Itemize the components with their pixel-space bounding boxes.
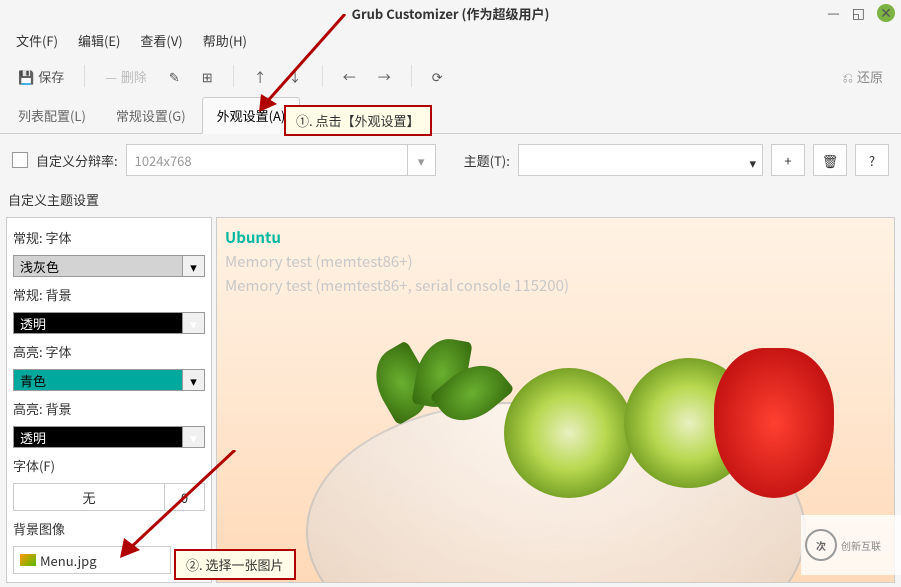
forward-button[interactable]: → xyxy=(370,61,399,92)
title-bar: Grub Customizer (作为超级用户) — ◱ ✕ xyxy=(0,0,901,26)
chevron-down-icon: ▾ xyxy=(182,427,204,447)
window-controls: — ◱ ✕ xyxy=(827,3,895,23)
refresh-icon: ⟳ xyxy=(432,67,443,86)
chevron-down-icon: ▾ xyxy=(182,313,204,333)
resolution-select[interactable]: 1024x768 ▾ xyxy=(126,144,436,176)
theme-select[interactable]: ▾ xyxy=(518,144,763,176)
annotation-arrow-1 xyxy=(255,14,351,114)
grub-entry: Memory test (memtest86+, serial console … xyxy=(225,274,569,298)
chevron-down-icon: ▾ xyxy=(182,256,204,276)
chevron-down-icon: ▾ xyxy=(749,153,756,172)
maximize-button[interactable]: ◱ xyxy=(852,3,865,23)
highlight-font-color-select[interactable]: 青色 ▾ xyxy=(13,369,205,391)
save-button[interactable]: 💾 保存 xyxy=(10,61,72,92)
arrow-right-icon: → xyxy=(378,67,391,86)
theme-delete-button[interactable]: 🗑 xyxy=(813,144,847,176)
grub-entry-selected: Ubuntu xyxy=(225,226,569,250)
grub-entry: Memory test (memtest86+) xyxy=(225,250,569,274)
toolbar: 💾 保存 — 删除 ✎ ⊞ ↑ ↓ ← → ⟳ ⎌ 还原 xyxy=(0,54,901,98)
save-icon: 💾 xyxy=(18,67,34,86)
custom-resolution-checkbox[interactable] xyxy=(12,152,28,168)
chevron-down-icon: ▾ xyxy=(182,370,204,390)
edit-button[interactable]: ✎ xyxy=(161,61,188,92)
menu-help[interactable]: 帮助(H) xyxy=(195,27,255,54)
highlight-font-label: 高亮: 字体 xyxy=(13,340,205,363)
watermark-logo-icon: 次 xyxy=(805,529,837,561)
grub-preview: Ubuntu Memory test (memtest86+) Memory t… xyxy=(216,217,895,583)
window-title: Grub Customizer (作为超级用户) xyxy=(352,4,550,23)
separator xyxy=(233,65,234,87)
bg-thumbnail-icon xyxy=(20,554,36,566)
minimize-button[interactable]: — xyxy=(827,3,840,23)
callout-1: ①. 点击【外观设置】 xyxy=(284,105,432,136)
theme-help-button[interactable]: ? xyxy=(855,144,889,176)
separator xyxy=(84,65,85,87)
pencil-icon: ✎ xyxy=(169,67,180,86)
delete-button[interactable]: — 删除 xyxy=(97,61,155,92)
highlight-bg-color-select[interactable]: 透明 ▾ xyxy=(13,426,205,448)
close-button[interactable]: ✕ xyxy=(877,4,895,22)
plus-box-icon: ⊞ xyxy=(202,67,213,86)
restore-button[interactable]: ⎌ 还原 xyxy=(835,61,891,92)
grub-menu-text: Ubuntu Memory test (memtest86+) Memory t… xyxy=(225,226,569,298)
menu-bar: 文件(F) 编辑(E) 查看(V) 帮助(H) xyxy=(0,26,901,54)
normal-bg-color-select[interactable]: 透明 ▾ xyxy=(13,312,205,334)
tab-bar: 列表配置(L) 常规设置(G) 外观设置(A) xyxy=(0,98,901,134)
theme-label: 主题(T): xyxy=(464,151,510,170)
separator xyxy=(411,65,412,87)
callout-2: ②. 选择一张图片 xyxy=(174,549,296,580)
plus-icon: + xyxy=(784,151,791,170)
watermark: 次 创新互联 xyxy=(801,515,901,575)
watermark-text: 创新互联 xyxy=(841,538,881,553)
menu-edit[interactable]: 编辑(E) xyxy=(70,27,128,54)
restore-icon: ⎌ xyxy=(843,67,853,86)
tab-general[interactable]: 常规设置(G) xyxy=(102,98,200,133)
normal-bg-label: 常规: 背景 xyxy=(13,283,205,306)
minus-icon: — xyxy=(105,67,117,86)
custom-theme-section-label: 自定义主题设置 xyxy=(0,186,901,213)
normal-font-label: 常规: 字体 xyxy=(13,226,205,249)
normal-font-color-select[interactable]: 浅灰色 ▾ xyxy=(13,255,205,277)
chevron-down-icon: ▾ xyxy=(407,145,435,175)
menu-view[interactable]: 查看(V) xyxy=(132,27,190,54)
resolution-row: 自定义分辩率: 1024x768 ▾ 主题(T): ▾ + 🗑 ? xyxy=(0,134,901,186)
refresh-button[interactable]: ⟳ xyxy=(424,61,451,92)
highlight-bg-label: 高亮: 背景 xyxy=(13,397,205,420)
tab-list-config[interactable]: 列表配置(L) xyxy=(4,98,100,133)
trash-icon: 🗑 xyxy=(822,151,839,170)
question-icon: ? xyxy=(869,151,875,170)
theme-add-button[interactable]: + xyxy=(771,144,805,176)
custom-resolution-label: 自定义分辩率: xyxy=(36,151,118,170)
add-button[interactable]: ⊞ xyxy=(194,61,221,92)
menu-file[interactable]: 文件(F) xyxy=(8,27,66,54)
